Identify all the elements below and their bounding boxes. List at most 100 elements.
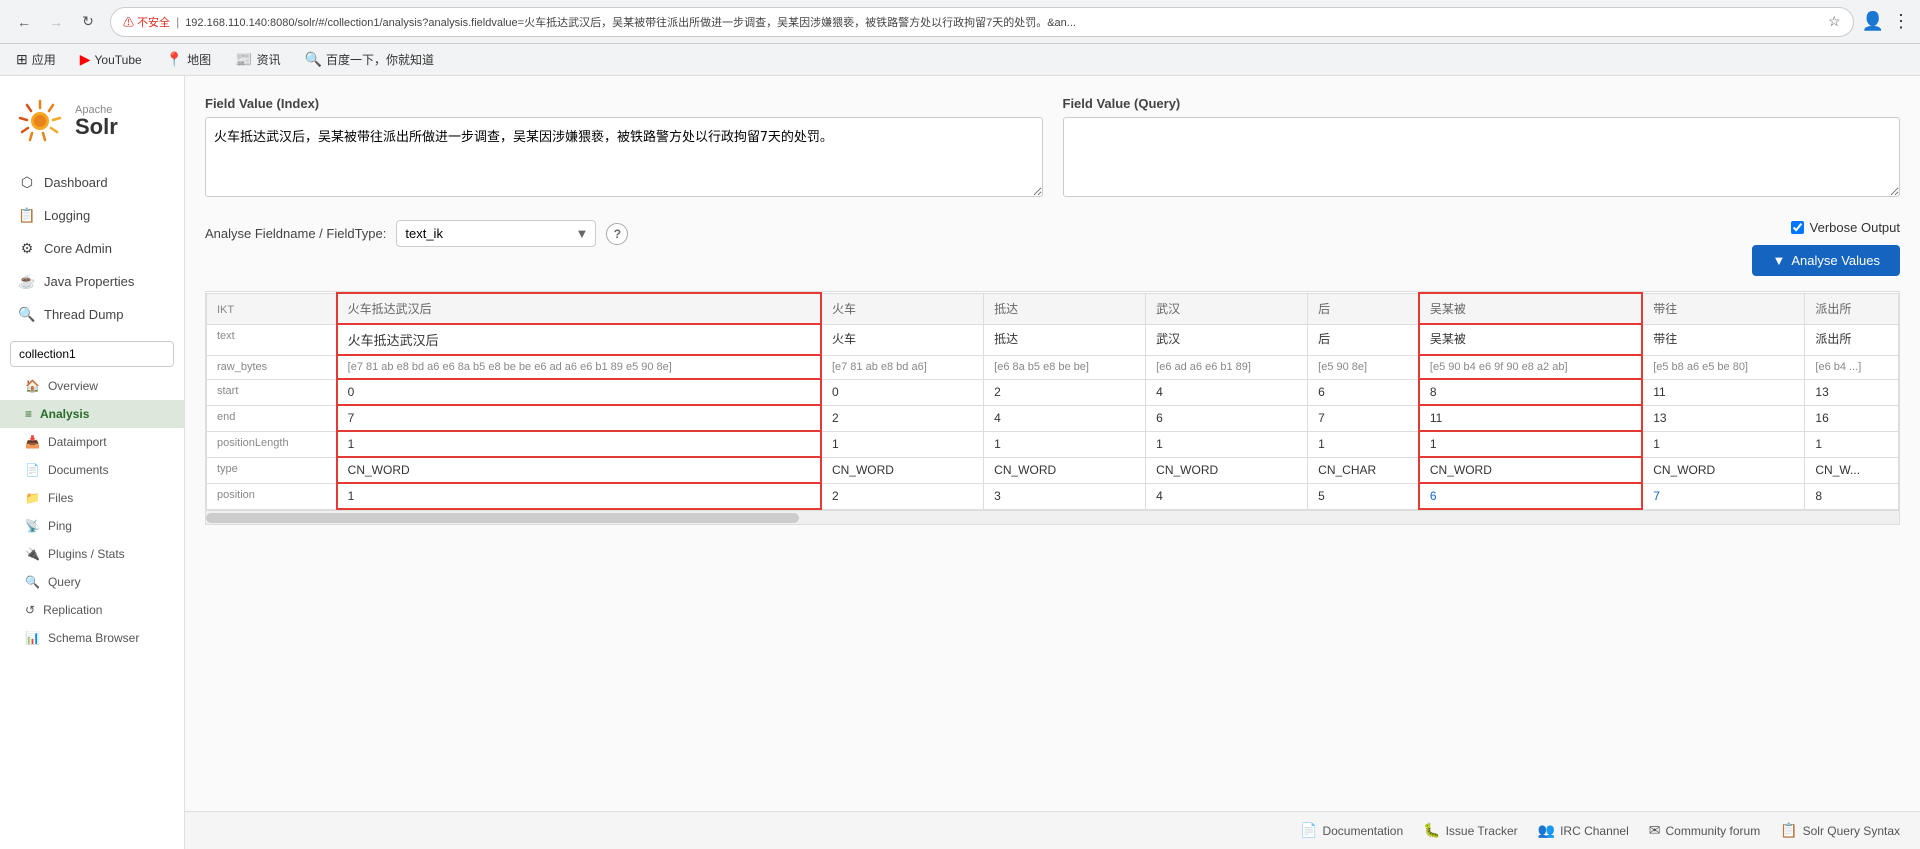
collection-nav-schema-browser[interactable]: 📊 Schema Browser bbox=[0, 624, 184, 652]
token-0-pos: 1 bbox=[337, 483, 821, 509]
token-5-text: 吴某被 bbox=[1419, 324, 1642, 355]
col-header-7: 派出所 bbox=[1805, 293, 1899, 324]
collection-nav-documents[interactable]: 📄 Documents bbox=[0, 456, 184, 484]
collection-nav-replication[interactable]: ↺ Replication bbox=[0, 596, 184, 624]
bookmark-baidu[interactable]: 🔍 百度一下，你就知道 bbox=[299, 49, 440, 70]
token-7-pos: 8 bbox=[1805, 483, 1899, 509]
analyse-fieldname-row: Analyse Fieldname / FieldType: text_ik ▼… bbox=[205, 220, 628, 247]
token-0-poslen: 1 bbox=[337, 431, 821, 457]
field-value-query-box: Field Value (Query) bbox=[1063, 96, 1901, 200]
back-button[interactable]: ← bbox=[10, 8, 38, 36]
analyse-values-button[interactable]: ▼ Analyse Values bbox=[1752, 245, 1900, 276]
fieldtype-select[interactable]: text_ik bbox=[396, 220, 596, 247]
collection-select[interactable]: collection1 bbox=[10, 341, 174, 367]
token-0-text: 火车抵达武汉后 bbox=[337, 324, 821, 355]
bookmark-news-label: 资讯 bbox=[257, 51, 281, 68]
verbose-checkbox[interactable] bbox=[1791, 221, 1804, 234]
token-3-type: CN_WORD bbox=[1146, 457, 1308, 483]
token-6-end: 13 bbox=[1642, 405, 1805, 431]
field-value-index-label: Field Value (Index) bbox=[205, 96, 1043, 111]
field-value-index-textarea[interactable]: 火车抵达武汉后，吴某被带往派出所做进一步调查，吴某因涉嫌猥亵，被铁路警方处以行政… bbox=[205, 117, 1043, 197]
token-6-bytes: [e5 b8 a6 e5 be 80] bbox=[1642, 355, 1805, 379]
row-label-type: type bbox=[207, 457, 337, 483]
token-7-start: 13 bbox=[1805, 379, 1899, 405]
field-value-query-textarea[interactable] bbox=[1063, 117, 1901, 197]
community-forum-icon: ✉ bbox=[1649, 822, 1661, 839]
solr-query-syntax-icon: 📋 bbox=[1780, 822, 1797, 839]
thread-dump-icon: 🔍 bbox=[18, 306, 36, 323]
table-row-position: position 1 2 3 4 5 6 7 8 bbox=[207, 483, 1899, 509]
verbose-row: Verbose Output bbox=[1791, 220, 1900, 235]
token-4-pos: 5 bbox=[1308, 483, 1419, 509]
token-5-end: 11 bbox=[1419, 405, 1642, 431]
bookmark-news[interactable]: 📰 资讯 bbox=[229, 49, 286, 70]
profile-icon[interactable]: 👤 bbox=[1862, 11, 1884, 32]
sidebar-item-thread-dump[interactable]: 🔍 Thread Dump bbox=[0, 298, 184, 331]
solr-logo-text: Apache Solr bbox=[75, 104, 118, 138]
collection-nav-query[interactable]: 🔍 Query bbox=[0, 568, 184, 596]
collection-nav-dataimport[interactable]: 📥 Dataimport bbox=[0, 428, 184, 456]
sidebar-item-label: Dashboard bbox=[44, 175, 108, 190]
footer-irc-channel[interactable]: 👥 IRC Channel bbox=[1538, 822, 1629, 839]
sidebar-item-dashboard[interactable]: ⬡ Dashboard bbox=[0, 166, 184, 199]
browser-bar: ← → ↻ ⚠ 不安全 | 192.168.110.140:8080/solr/… bbox=[0, 0, 1920, 44]
token-1-end: 2 bbox=[821, 405, 984, 431]
horizontal-scrollbar[interactable] bbox=[206, 510, 1899, 524]
dataimport-icon: 📥 bbox=[25, 435, 40, 449]
schema-browser-icon: 📊 bbox=[25, 631, 40, 645]
footer-documentation[interactable]: 📄 Documentation bbox=[1300, 822, 1403, 839]
token-4-poslen: 1 bbox=[1308, 431, 1419, 457]
token-7-text: 派出所 bbox=[1805, 324, 1899, 355]
token-4-type: CN_CHAR bbox=[1308, 457, 1419, 483]
replication-icon: ↺ bbox=[25, 603, 35, 617]
footer-community-forum[interactable]: ✉ Community forum bbox=[1649, 822, 1760, 839]
news-icon: 📰 bbox=[235, 51, 252, 68]
token-2-bytes: [e6 8a b5 e8 be be] bbox=[984, 355, 1146, 379]
col-header-2: 抵达 bbox=[984, 293, 1146, 324]
solr-sun-logo bbox=[15, 96, 65, 146]
table-row-position-length: positionLength 1 1 1 1 1 1 1 1 bbox=[207, 431, 1899, 457]
analyse-label: Analyse Fieldname / FieldType: bbox=[205, 226, 386, 241]
issue-tracker-icon: 🐛 bbox=[1423, 822, 1440, 839]
menu-icon[interactable]: ⋮ bbox=[1892, 11, 1910, 32]
sidebar: Apache Solr ⬡ Dashboard 📋 Logging ⚙ Core… bbox=[0, 76, 185, 849]
token-1-text: 火车 bbox=[821, 324, 984, 355]
help-button[interactable]: ? bbox=[606, 223, 628, 245]
bookmark-star-icon[interactable]: ☆ bbox=[1828, 13, 1841, 30]
bookmark-maps[interactable]: 📍 地图 bbox=[160, 49, 217, 70]
token-2-end: 4 bbox=[984, 405, 1146, 431]
collection-nav-plugins[interactable]: 🔌 Plugins / Stats bbox=[0, 540, 184, 568]
token-2-type: CN_WORD bbox=[984, 457, 1146, 483]
irc-channel-label: IRC Channel bbox=[1560, 824, 1629, 838]
documentation-label: Documentation bbox=[1322, 824, 1403, 838]
logging-icon: 📋 bbox=[18, 207, 36, 224]
filter-icon: ▼ bbox=[1772, 253, 1785, 268]
collection-nav-overview[interactable]: 🏠 Overview bbox=[0, 372, 184, 400]
collection-nav-files[interactable]: 📁 Files bbox=[0, 484, 184, 512]
bookmarks-bar: ⊞ 应用 ▶ YouTube 📍 地图 📰 资讯 🔍 百度一下，你就知道 bbox=[0, 44, 1920, 76]
token-3-text: 武汉 bbox=[1146, 324, 1308, 355]
row-label-position-length: positionLength bbox=[207, 431, 337, 457]
token-5-pos: 6 bbox=[1419, 483, 1642, 509]
footer-solr-query-syntax[interactable]: 📋 Solr Query Syntax bbox=[1780, 822, 1900, 839]
forward-button[interactable]: → bbox=[42, 8, 70, 36]
baidu-icon: 🔍 bbox=[305, 51, 322, 68]
sidebar-item-core-admin[interactable]: ⚙ Core Admin bbox=[0, 232, 184, 265]
sidebar-item-logging[interactable]: 📋 Logging bbox=[0, 199, 184, 232]
token-1-pos: 2 bbox=[821, 483, 984, 509]
core-admin-icon: ⚙ bbox=[18, 240, 36, 257]
bookmark-youtube[interactable]: ▶ YouTube bbox=[74, 49, 148, 70]
nav-buttons: ← → ↻ bbox=[10, 8, 102, 36]
refresh-button[interactable]: ↻ bbox=[74, 8, 102, 36]
col-header-3: 武汉 bbox=[1146, 293, 1308, 324]
footer-issue-tracker[interactable]: 🐛 Issue Tracker bbox=[1423, 822, 1517, 839]
sidebar-item-java-properties[interactable]: ☕ Java Properties bbox=[0, 265, 184, 298]
bookmark-apps-label: 应用 bbox=[32, 51, 56, 68]
bookmark-apps[interactable]: ⊞ 应用 bbox=[10, 49, 62, 70]
collection-nav-ping[interactable]: 📡 Ping bbox=[0, 512, 184, 540]
footer: 📄 Documentation 🐛 Issue Tracker 👥 IRC Ch… bbox=[185, 811, 1920, 849]
analysis-icon: ≡ bbox=[25, 407, 32, 421]
app-container: Apache Solr ⬡ Dashboard 📋 Logging ⚙ Core… bbox=[0, 76, 1920, 849]
collection-nav-analysis[interactable]: ≡ Analysis bbox=[0, 400, 184, 428]
row-label-start: start bbox=[207, 379, 337, 405]
